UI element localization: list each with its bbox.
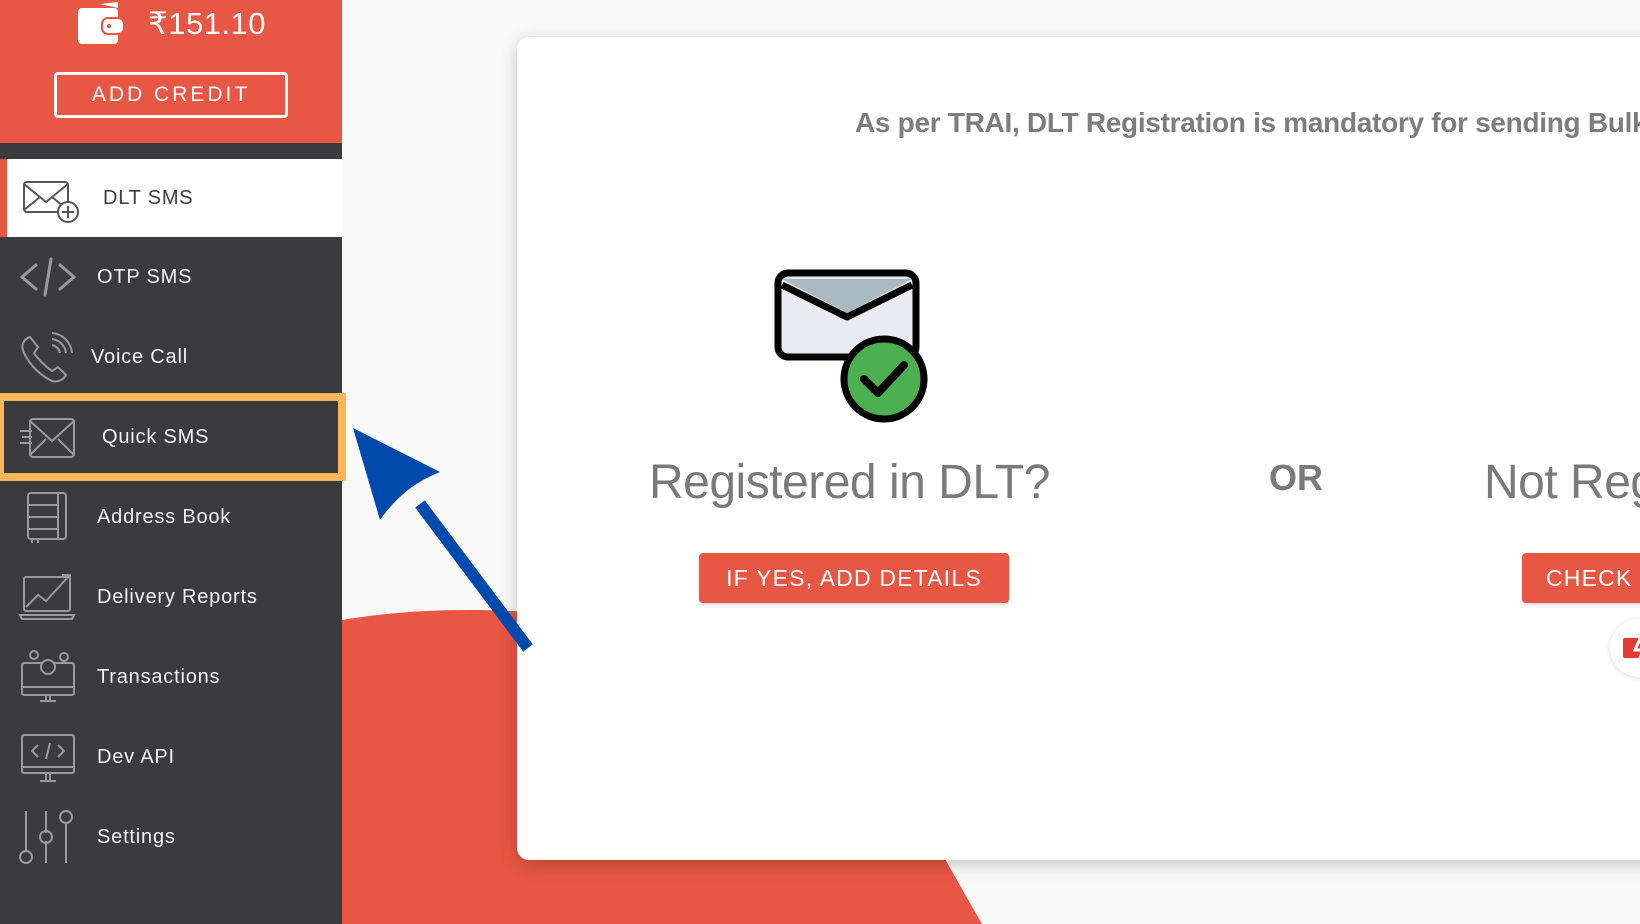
lightning-badge[interactable] [1610, 619, 1640, 677]
sidebar-item-delivery-reports[interactable]: Delivery Reports [0, 557, 342, 637]
mail-plus-icon [23, 181, 79, 223]
sidebar-item-settings[interactable]: Settings [0, 797, 342, 877]
sidebar-item-label: Transactions [97, 665, 221, 688]
sidebar-item-dev-api[interactable]: Dev API [0, 717, 342, 797]
chart-laptop-icon [18, 574, 76, 620]
wallet-balance: ₹151.10 [148, 6, 267, 41]
wallet-header: ₹151.10 ADD CREDIT [0, 0, 342, 143]
trai-notice: As per TRAI, DLT Registration is mandato… [855, 107, 1640, 138]
wallet-balance-row: ₹151.10 [78, 0, 266, 48]
or-separator: OR [1269, 457, 1323, 498]
sidebar-item-label: DLT SMS [103, 186, 194, 209]
sidebar-nav: DLT SMS OTP SMS Voice Call Quick SMS Add… [0, 159, 346, 877]
mail-check-icon [774, 269, 928, 423]
sidebar-item-voice-call[interactable]: Voice Call [0, 317, 342, 397]
lightning-icon [1623, 635, 1640, 667]
sidebar-item-label: Settings [97, 825, 176, 848]
sidebar-item-dlt-sms[interactable]: DLT SMS [0, 159, 342, 237]
registered-title: Registered in DLT? [649, 456, 1050, 509]
dlt-registration-card: As per TRAI, DLT Registration is mandato… [517, 37, 1640, 860]
sidebar-item-label: Dev API [97, 745, 175, 768]
sidebar: ₹151.10 ADD CREDIT DLT SMS OTP SMS Voice… [0, 0, 346, 924]
fast-mail-icon [20, 418, 75, 458]
wallet-icon [78, 2, 125, 44]
monitor-coins-icon [21, 650, 75, 702]
sidebar-item-quick-sms[interactable]: Quick SMS [0, 393, 346, 481]
sidebar-item-otp-sms[interactable]: OTP SMS [0, 237, 342, 317]
code-icon [19, 257, 77, 297]
sidebar-item-transactions[interactable]: Transactions [0, 637, 342, 717]
sidebar-item-label: Delivery Reports [97, 585, 258, 608]
add-credit-button[interactable]: ADD CREDIT [54, 72, 288, 118]
sidebar-item-label: Address Book [97, 505, 232, 528]
sliders-icon [19, 810, 73, 864]
address-book-icon [27, 492, 67, 543]
phone-call-icon [21, 332, 73, 383]
add-details-button[interactable]: IF YES, ADD DETAILS [699, 553, 1009, 603]
check-button[interactable]: CHECK [1522, 553, 1640, 603]
sidebar-item-label: Voice Call [91, 345, 188, 368]
sidebar-item-label: OTP SMS [97, 265, 193, 288]
monitor-code-icon [21, 734, 75, 782]
sidebar-item-address-book[interactable]: Address Book [0, 477, 342, 557]
sidebar-item-label: Quick SMS [102, 425, 210, 448]
not-registered-title: Not Registered [1484, 456, 1640, 509]
